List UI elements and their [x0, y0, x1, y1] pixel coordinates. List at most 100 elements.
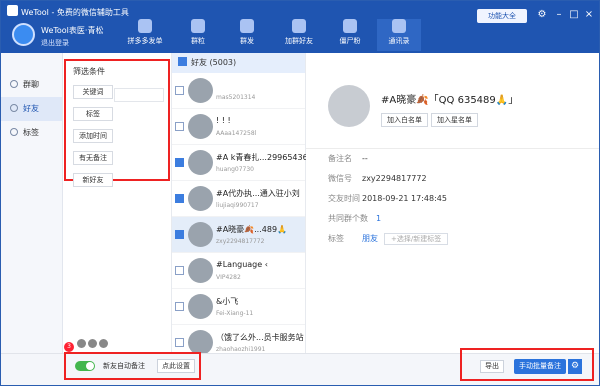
list-item[interactable]: #Language ‹ VIP4282: [172, 253, 305, 289]
avatar: [188, 294, 213, 319]
field-label: 共同群个数: [328, 214, 368, 223]
nav-zombie[interactable]: 僵尸粉: [328, 19, 372, 51]
checkbox[interactable]: [175, 338, 184, 347]
filter-new-friend-button[interactable]: 新好友: [73, 173, 113, 187]
friend-name: #A晓豪🍂...489🙏: [216, 225, 287, 234]
list-item[interactable]: #A代办执...通入驻小刘 liujiaqi990717: [172, 181, 305, 217]
friend-id: zxy2294817772: [216, 238, 265, 245]
checkbox[interactable]: [175, 230, 184, 239]
toggle-label: 新友自动备注: [103, 362, 145, 370]
add-user-icon: [292, 19, 306, 33]
nav-broadcast[interactable]: 群发: [225, 19, 269, 51]
filter-title: 筛选条件: [73, 67, 105, 76]
pinduoduo-icon: [138, 19, 152, 33]
sidebar-item-groups[interactable]: 群聊: [1, 73, 62, 97]
checkbox[interactable]: [175, 158, 184, 167]
filter-tag-button[interactable]: 标签: [73, 107, 113, 121]
friend-id: mas5201314: [216, 94, 256, 101]
auto-remark-panel: 新友自动备注 点此设置: [64, 352, 201, 380]
friend-id: AAaa147258l: [216, 130, 257, 137]
nav-label: 群发: [240, 37, 254, 45]
batch-remark-button[interactable]: 手动批量备注: [514, 359, 566, 374]
export-button[interactable]: 导出: [480, 360, 504, 373]
field-label: 微信号: [328, 174, 352, 183]
gear-icon[interactable]: ⚙: [536, 9, 548, 21]
avatar: [328, 85, 370, 127]
checkbox[interactable]: [175, 86, 184, 95]
avatar: [77, 339, 86, 348]
app-title: WeTool - 免费的微信辅助工具: [21, 8, 129, 17]
sidebar-item-label: 好友: [23, 104, 39, 113]
checkbox[interactable]: [175, 194, 184, 203]
checkbox[interactable]: [175, 266, 184, 275]
user-avatar[interactable]: [12, 23, 35, 46]
checkbox[interactable]: [175, 302, 184, 311]
friend-list-header[interactable]: 好友 (5003): [172, 53, 305, 73]
list-item[interactable]: #A晓豪🍂...489🙏 zxy2294817772: [172, 217, 305, 253]
list-item[interactable]: mas5201314: [172, 73, 305, 109]
filter-keyword-button[interactable]: 关键词: [73, 85, 113, 99]
tag-chip[interactable]: 朋友: [362, 234, 378, 243]
filter-time-button[interactable]: 添加时间: [73, 129, 113, 143]
gear-icon[interactable]: ⚙: [568, 359, 582, 374]
friend-list: 好友 (5003) mas5201314 ! ! ! AAaa147258l #A…: [171, 53, 308, 361]
starlist-button[interactable]: 加入星名单: [431, 113, 478, 127]
friend-time-row: 交友时间 2018-09-21 17:48:45: [328, 193, 447, 204]
nav-label: 加群好友: [285, 37, 313, 45]
avatar: [188, 186, 213, 211]
batch-actions: 导出 手动批量备注 ⚙: [460, 348, 594, 381]
avatar: [188, 150, 213, 175]
list-item[interactable]: #A k青春扎...29965436 huang07730: [172, 145, 308, 181]
friend-id: huang07730: [216, 166, 254, 173]
friend-name: #Language ‹: [216, 260, 268, 269]
send-icon: [240, 19, 254, 33]
checkbox[interactable]: [175, 122, 184, 131]
features-button[interactable]: 功能大全: [477, 9, 527, 23]
friend-name: &小飞: [216, 297, 239, 306]
maximize-icon[interactable]: □: [568, 9, 580, 21]
settings-button[interactable]: 点此设置: [157, 359, 195, 373]
close-icon[interactable]: ×: [583, 9, 595, 21]
whitelist-button[interactable]: 加入白名单: [381, 113, 428, 127]
nav-group-chat[interactable]: 群粒: [176, 19, 220, 51]
field-value: 2018-09-21 17:48:45: [362, 194, 447, 203]
friend-id: VIP4282: [216, 274, 241, 281]
friend-id: zhaohaozhi1991: [216, 346, 266, 353]
list-item[interactable]: ! ! ! AAaa147258l: [172, 109, 305, 145]
nav-label: 通讯录: [388, 37, 410, 45]
contacts-icon: [392, 19, 406, 33]
logout-link[interactable]: 退出登录: [41, 38, 69, 48]
sidebar-item-friends[interactable]: 好友: [1, 97, 62, 121]
add-tag-button[interactable]: +选择/新建标签: [384, 233, 449, 245]
nav-label: 僵尸粉: [339, 37, 361, 45]
wetool-window: WeTool - 免费的微信辅助工具 WeTool表医·青松 退出登录 拼多多发…: [0, 0, 600, 386]
select-all-checkbox[interactable]: [178, 57, 187, 66]
detail-name: #A晓豪🍂「QQ 635489🙏」: [381, 95, 519, 106]
minimize-icon[interactable]: –: [553, 9, 565, 21]
filter-remark-button[interactable]: 有无备注: [73, 151, 113, 165]
field-label: 交友时间: [328, 194, 360, 203]
wechat-id-row: 微信号 zxy2294817772: [328, 173, 427, 184]
auto-remark-toggle[interactable]: [75, 361, 95, 371]
group-icon: [10, 80, 18, 88]
field-label: 标签: [328, 234, 344, 243]
list-item[interactable]: &小飞 Fei-Xiang-11: [172, 289, 305, 325]
skull-icon: [343, 19, 357, 33]
nav-add-friends[interactable]: 加群好友: [277, 19, 321, 51]
user-icon: [10, 104, 18, 112]
friend-id: liujiaqi990717: [216, 202, 259, 209]
keyword-input[interactable]: [114, 88, 164, 102]
selected-avatars: 3: [64, 339, 171, 353]
chat-icon: [191, 19, 205, 33]
app-logo: [7, 5, 18, 16]
field-value: --: [362, 154, 368, 163]
avatar: [99, 339, 108, 348]
sidebar-item-tags[interactable]: 标签: [1, 121, 62, 145]
friend-name: ! ! !: [216, 116, 231, 125]
field-label: 备注名: [328, 154, 352, 163]
user-name: WeTool表医·青松: [41, 26, 104, 35]
nav-contacts[interactable]: 通讯录: [377, 19, 421, 51]
field-value[interactable]: 1: [376, 214, 381, 223]
avatar: [188, 78, 213, 103]
nav-pinduoduo[interactable]: 拼多多发单: [123, 19, 167, 51]
